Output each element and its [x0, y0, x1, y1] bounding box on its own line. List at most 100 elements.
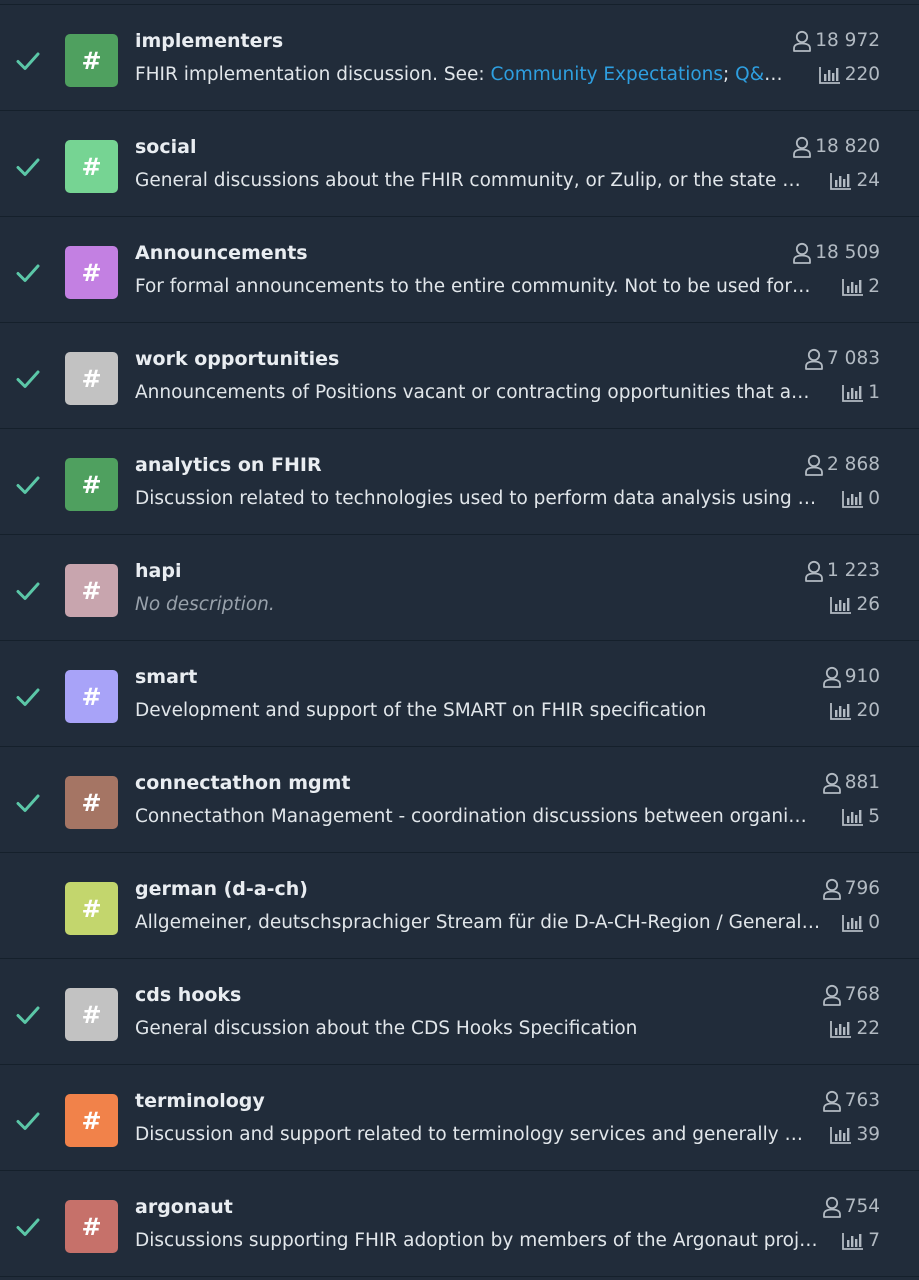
bar-chart-icon [829, 171, 853, 191]
bar-chart-icon [829, 595, 853, 615]
subscriber-count-value: 910 [844, 666, 880, 687]
weekly-traffic: 26 [829, 593, 880, 617]
subscriber-count: 7 083 [804, 347, 880, 371]
hash-icon: # [65, 246, 118, 299]
hash-icon: # [65, 1094, 118, 1147]
subscriber-count: 796 [822, 877, 880, 901]
weekly-traffic-value: 2 [868, 276, 880, 297]
stream-name[interactable]: hapi [135, 559, 181, 583]
stream-description: For formal announcements to the entire c… [135, 276, 815, 297]
weekly-traffic-value: 1 [868, 382, 880, 403]
subscriber-count-value: 18 509 [815, 242, 880, 263]
stream-row[interactable]: # argonaut Discussions supporting FHIR ado… [0, 1170, 919, 1277]
check-icon[interactable] [16, 261, 40, 285]
weekly-traffic-value: 5 [868, 806, 880, 827]
user-outline-icon [822, 772, 842, 794]
stream-row[interactable]: # implementers FHIR implementation discuss… [0, 4, 919, 110]
stream-description: Discussions supporting FHIR adoption by … [135, 1230, 825, 1251]
subscriber-count: 18 972 [792, 29, 880, 53]
stream-description: Discussion related to technologies used … [135, 488, 819, 509]
stream-row[interactable]: # cds hooks General discussion about the C… [0, 958, 919, 1064]
stream-name[interactable]: argonaut [135, 1195, 233, 1219]
stream-name[interactable]: implementers [135, 29, 283, 53]
check-icon[interactable] [16, 155, 40, 179]
stream-name[interactable]: german (d-a-ch) [135, 877, 308, 901]
hash-icon: # [65, 988, 118, 1041]
stream-name[interactable]: work opportunities [135, 347, 339, 371]
stream-name[interactable]: analytics on FHIR [135, 453, 322, 477]
stream-row[interactable]: # Announcements For formal announcements t… [0, 216, 919, 322]
subscriber-count: 754 [822, 1195, 880, 1219]
subscriber-count-value: 7 083 [827, 348, 880, 369]
stream-name[interactable]: social [135, 135, 196, 159]
weekly-traffic-value: 39 [856, 1124, 880, 1145]
check-icon[interactable] [16, 1215, 40, 1239]
user-outline-icon [804, 560, 824, 582]
weekly-traffic-value: 220 [844, 64, 880, 85]
weekly-traffic: 7 [841, 1229, 880, 1253]
subscriber-count-value: 2 868 [827, 454, 880, 475]
weekly-traffic: 39 [829, 1123, 880, 1147]
stream-row[interactable]: # smart Development and support of the SMA… [0, 640, 919, 746]
hash-icon: # [65, 34, 118, 87]
description-text: FHIR implementation discussion. See: [135, 64, 491, 85]
check-icon[interactable] [16, 367, 40, 391]
stream-row[interactable]: # connectathon mgmt Connectathon Managemen… [0, 746, 919, 852]
user-outline-icon [822, 1090, 842, 1112]
bar-chart-icon [829, 701, 853, 721]
stream-name[interactable]: cds hooks [135, 983, 241, 1007]
qa-guidelines-link[interactable]: Q&A G… [735, 64, 795, 85]
subscriber-count-value: 881 [844, 772, 880, 793]
stream-row[interactable]: # social General discussions about the FHI… [0, 110, 919, 216]
stream-description: General discussion about the CDS Hooks S… [135, 1018, 638, 1039]
hash-icon: # [65, 352, 118, 405]
subscriber-count-value: 796 [844, 878, 880, 899]
weekly-traffic: 1 [841, 381, 880, 405]
bar-chart-icon [841, 383, 865, 403]
stream-description: Allgemeiner, deutschsprachiger Stream fü… [135, 912, 821, 933]
stream-name[interactable]: terminology [135, 1089, 265, 1113]
check-icon[interactable] [16, 791, 40, 815]
community-expectations-link[interactable]: Community Expectations [490, 64, 723, 85]
weekly-traffic: 0 [841, 487, 880, 511]
stream-description: Announcements of Positions vacant or con… [135, 382, 815, 403]
check-icon[interactable] [16, 1003, 40, 1027]
stream-description: General discussions about the FHIR commu… [135, 170, 801, 191]
weekly-traffic-value: 0 [868, 488, 880, 509]
check-icon[interactable] [16, 897, 40, 921]
stream-row[interactable]: # german (d-a-ch) Allgemeiner, deutschspra… [0, 852, 919, 958]
weekly-traffic: 220 [818, 63, 880, 87]
subscriber-count: 910 [822, 665, 880, 689]
weekly-traffic: 2 [841, 275, 880, 299]
subscriber-count: 1 223 [804, 559, 880, 583]
stream-name[interactable]: smart [135, 665, 197, 689]
check-icon[interactable] [16, 579, 40, 603]
stream-row[interactable]: # analytics on FHIR Discussion related to … [0, 428, 919, 534]
weekly-traffic: 20 [829, 699, 880, 723]
weekly-traffic-value: 20 [856, 700, 880, 721]
user-outline-icon [822, 1196, 842, 1218]
stream-row[interactable]: # terminology Discussion and support relat… [0, 1064, 919, 1170]
weekly-traffic-value: 24 [856, 170, 880, 191]
bar-chart-icon [829, 1019, 853, 1039]
subscriber-count: 881 [822, 771, 880, 795]
check-icon[interactable] [16, 685, 40, 709]
hash-icon: # [65, 140, 118, 193]
subscriber-count-value: 754 [844, 1196, 880, 1217]
user-outline-icon [792, 136, 812, 158]
hash-icon: # [65, 458, 118, 511]
check-icon[interactable] [16, 1109, 40, 1133]
check-icon[interactable] [16, 49, 40, 73]
check-icon[interactable] [16, 473, 40, 497]
bar-chart-icon [841, 807, 865, 827]
weekly-traffic-value: 0 [868, 912, 880, 933]
subscriber-count: 768 [822, 983, 880, 1007]
stream-name[interactable]: Announcements [135, 241, 308, 265]
hash-icon: # [65, 1200, 118, 1253]
subscriber-count: 2 868 [804, 453, 880, 477]
stream-row[interactable]: # hapi No description. 1 223 26 [0, 534, 919, 640]
bar-chart-icon [818, 65, 842, 85]
stream-name[interactable]: connectathon mgmt [135, 771, 351, 795]
stream-row[interactable]: # work opportunities Announcements of Posi… [0, 322, 919, 428]
subscriber-count-value: 763 [844, 1090, 880, 1111]
